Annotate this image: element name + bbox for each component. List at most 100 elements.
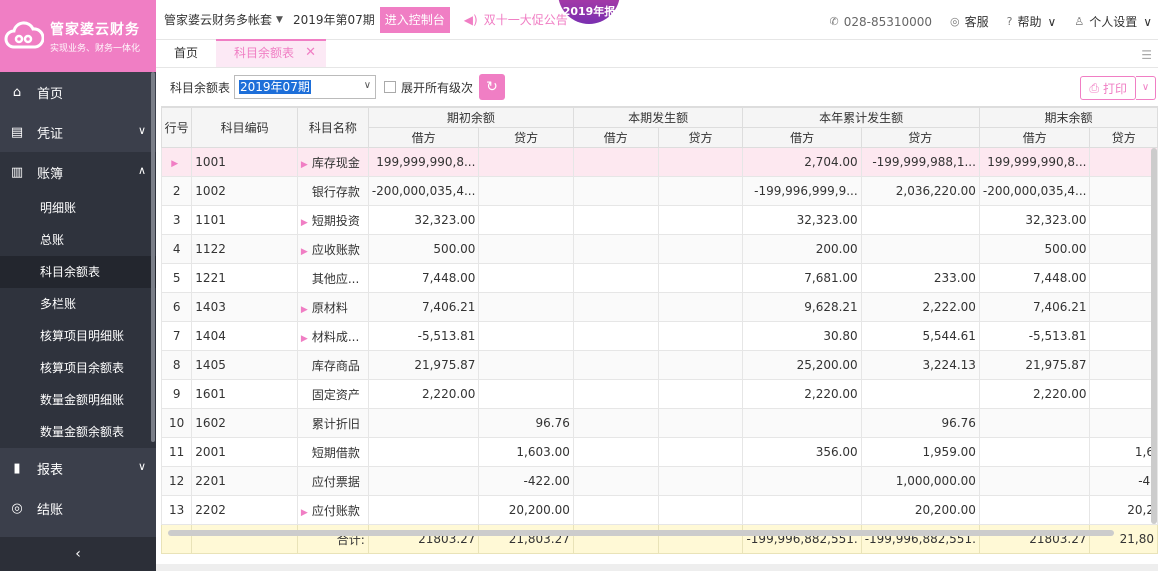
amount-cell [1089, 321, 1158, 351]
amount-cell: 7,681.00 [742, 263, 862, 293]
sidebar-collapse-button[interactable]: ‹ [0, 537, 156, 571]
refresh-button[interactable]: ↻ [479, 74, 506, 100]
amount-cell [478, 321, 574, 351]
print-dropdown-button[interactable]: ∨ [1136, 76, 1156, 100]
sidebar-subitem[interactable]: 多栏账 [0, 288, 156, 320]
expand-arrow-icon[interactable]: ▶ [301, 508, 308, 518]
vertical-scrollbar[interactable] [1151, 148, 1157, 524]
voucher-icon: ▤ [10, 124, 24, 140]
chevron-down-icon: ∨ [137, 460, 146, 473]
amount-cell: 7,448.00 [367, 263, 480, 293]
total-amount-cell [572, 524, 659, 554]
table-row[interactable]: 21002▶银行存款-200,000,035,4...-199,996,999,… [161, 176, 1158, 206]
horizontal-scrollbar[interactable] [168, 530, 1114, 536]
enter-console-button[interactable]: 进入控制台 [379, 6, 450, 33]
code-cell: 2201 [191, 466, 298, 496]
period-select[interactable]: 2019年07期 ∨ [234, 75, 377, 99]
amount-cell [742, 466, 862, 496]
total-row: 合计: 21803.27 21,803.27 -199,996,882,551. -19… [161, 524, 1158, 554]
table-row[interactable]: 7 1404 ▶ 材料成... -5,513.81 30.80 5,544.61 -5,513… [161, 321, 1158, 351]
menu-icon[interactable]: ☰ [1141, 48, 1152, 62]
help-menu[interactable]: ? 帮助 ∨ [1007, 13, 1057, 30]
account-selector[interactable]: 管家婆云财务多帐套 [164, 11, 272, 28]
table-row[interactable]: 3 1101 ▶ 短期投资 32,323.00 32,323.00 32,323.00 [161, 205, 1158, 235]
sidebar-subitem[interactable]: 核算项目余额表 [0, 352, 156, 384]
ledger-icon: ▥ [10, 164, 24, 180]
expand-label: 展开所有级次 [401, 80, 474, 95]
table-row[interactable]: 101602▶累计折旧 96.76 96.76 [161, 408, 1158, 438]
row-number-cell: 3 [161, 205, 193, 235]
amount-cell [1089, 350, 1158, 380]
sidebar-item-label: 结账 [37, 502, 64, 518]
service-link[interactable]: ◎ 客服 [950, 13, 989, 30]
amount-cell [742, 495, 862, 525]
caret-down-icon[interactable]: ▼ [276, 15, 283, 25]
settings-menu[interactable]: ♙ 个人设置 ∨ [1074, 13, 1152, 30]
amount-cell: -199,999,988,1... [860, 147, 980, 177]
name-cell: ▶银行存款 [296, 176, 369, 206]
table-row[interactable]: 112001▶短期借款 1,603.00 356.001,959.00 1,6 [161, 437, 1158, 467]
expand-all-levels[interactable]: 展开所有级次 [384, 79, 473, 96]
amount-cell [572, 263, 659, 293]
table-row[interactable]: 6 1403 ▶ 原材料 7,406.21 9,628.21 2,222.00 7,406.2… [161, 292, 1158, 322]
amount-cell: 2,220.00 [742, 379, 862, 409]
amount-cell [367, 495, 480, 525]
table-row[interactable]: 13 2202 ▶ 应付账款 20,200.00 20,200.00 20,2 [161, 495, 1158, 525]
table-row[interactable]: 91601▶固定资产2,220.002,220.002,220.00 [161, 379, 1158, 409]
settings-label: 个人设置 [1089, 15, 1138, 29]
sidebar-item[interactable]: ⌂ 首页 [0, 72, 156, 112]
code-cell: 1001 [191, 147, 298, 177]
amount-cell: 1,6 [1089, 437, 1158, 467]
sidebar-scrollbar[interactable] [151, 72, 155, 442]
amount-cell [367, 408, 480, 438]
sidebar-item[interactable]: ▤ 凭证 ∨ [0, 112, 156, 152]
table-row[interactable]: 81405▶库存商品21,975.8725,200.003,224.1321,9… [161, 350, 1158, 380]
header-credit: 贷方 [860, 127, 980, 148]
amount-cell [572, 321, 659, 351]
amount-cell [478, 205, 574, 235]
amount-cell [657, 437, 744, 467]
phone-link[interactable]: ✆ 028-85310000 [830, 15, 933, 29]
amount-cell: 21,975.87 [978, 350, 1091, 380]
close-icon[interactable]: ✕ [305, 41, 316, 65]
expand-arrow-icon[interactable]: ▶ [301, 305, 308, 315]
table-row[interactable]: 4 1122 ▶ 应收账款 500.00 200.00 500.00 [161, 234, 1158, 264]
sidebar-item[interactable]: ▮ 报表 ∨ [0, 448, 156, 488]
header-period-amount: 本期发生额 [572, 107, 744, 128]
sidebar-subitem[interactable]: 数量金额余额表 [0, 416, 156, 448]
sidebar-subitem[interactable]: 科目余额表 [0, 256, 156, 288]
table-row[interactable]: 122201▶应付票据 -422.00 1,000,000.00 -4. [161, 466, 1158, 496]
sidebar-subitem[interactable]: 明细账 [0, 192, 156, 224]
account-name: 应收账款 [311, 242, 360, 257]
promo-notice[interactable]: ◀) 双十一大促公告 [464, 11, 568, 28]
expand-arrow-icon[interactable]: ▶ [301, 218, 308, 228]
header-opening-balance: 期初余额 [367, 107, 574, 128]
logo[interactable]: 管家婆云财务 实现业务、财务一体化 [0, 0, 156, 72]
header-credit: 贷方 [478, 127, 574, 148]
expand-arrow-icon[interactable]: ▶ [301, 334, 308, 344]
account-name: 累计折旧 [311, 416, 360, 431]
amount-cell [657, 234, 744, 264]
amount-cell [572, 234, 659, 264]
sidebar-subitem[interactable]: 总账 [0, 224, 156, 256]
total-amount-cell: 21,80 [1089, 524, 1158, 554]
expand-checkbox[interactable] [384, 81, 397, 93]
sidebar-subitem[interactable]: 核算项目明细账 [0, 320, 156, 352]
balance-table: 行号 科目编码 科目名称 期初余额 本期发生额 本年累计发生额 期末余额 借方贷… [161, 106, 1158, 564]
expand-arrow-icon[interactable]: ▶ [301, 247, 308, 257]
sidebar-item[interactable]: ◎ 结账 [0, 488, 156, 528]
sidebar-subitem[interactable]: 数量金额明细账 [0, 384, 156, 416]
amount-cell: 20,2 [1089, 495, 1158, 525]
sidebar-item[interactable]: ▥ 账簿 ∧ [0, 152, 156, 192]
code-cell: 1602 [191, 408, 298, 438]
account-name: 固定资产 [311, 387, 360, 402]
phone-icon: ✆ [829, 15, 839, 28]
header-debit: 借方 [367, 127, 480, 148]
expand-arrow-icon[interactable]: ▶ [301, 160, 308, 170]
print-button[interactable]: ⎙ 打印 [1080, 76, 1136, 100]
tab-home[interactable]: 首页 [156, 39, 216, 67]
table-row[interactable]: ▶ 1001 ▶ 库存现金 199,999,990,8... 2,704.00 -199,9… [161, 147, 1158, 177]
tab-account-balance[interactable]: 科目余额表 ✕ [216, 39, 327, 67]
table-row[interactable]: 51221▶其他应...7,448.007,681.00233.007,448.… [161, 263, 1158, 293]
code-cell: 1404 [191, 321, 298, 351]
